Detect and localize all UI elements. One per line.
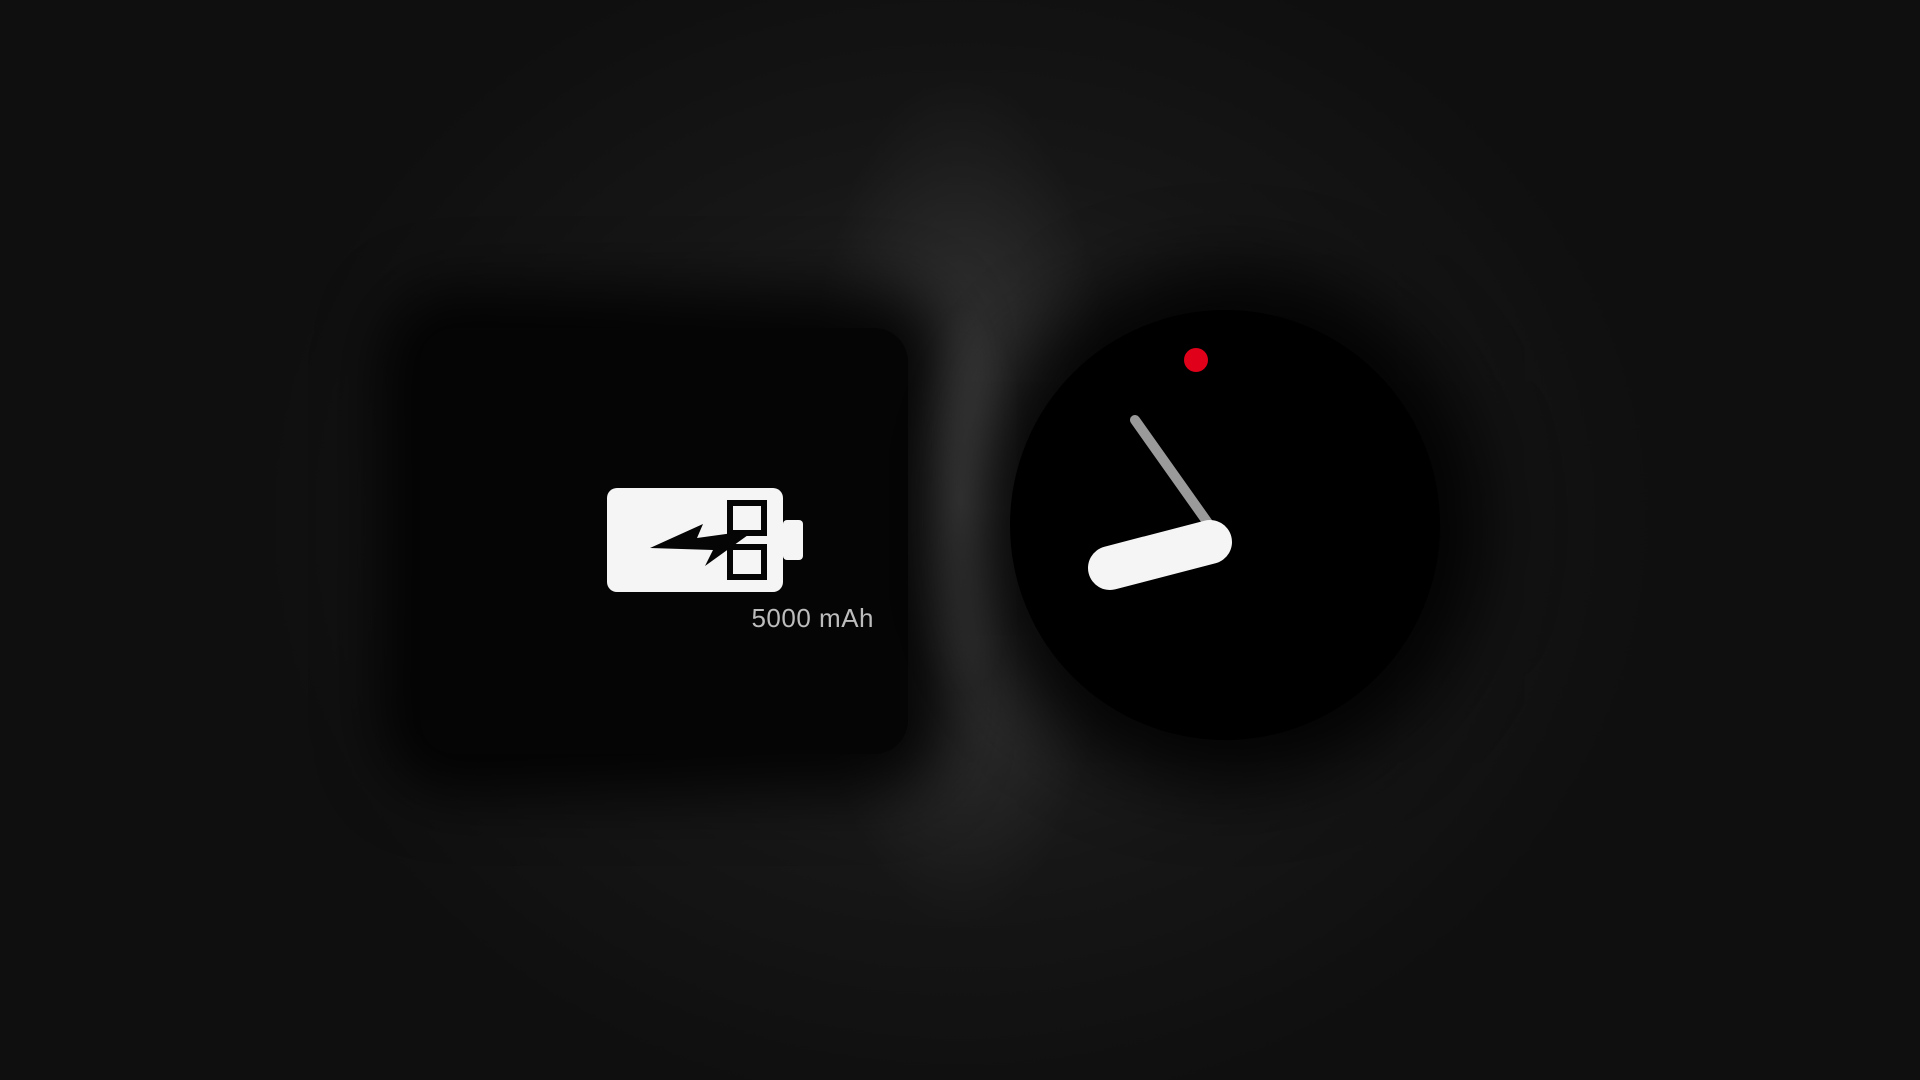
hour-hand: [1088, 520, 1232, 590]
stage: 5000 mAh: [0, 0, 1920, 1080]
indicator-dot: [1184, 348, 1208, 372]
battery-card: 5000 mAh: [420, 328, 908, 754]
charging-battery-icon: [607, 488, 803, 592]
clock-hands: [1088, 348, 1232, 590]
clock-face: [1010, 310, 1440, 740]
capacity-label: 5000 mAh: [751, 603, 874, 633]
